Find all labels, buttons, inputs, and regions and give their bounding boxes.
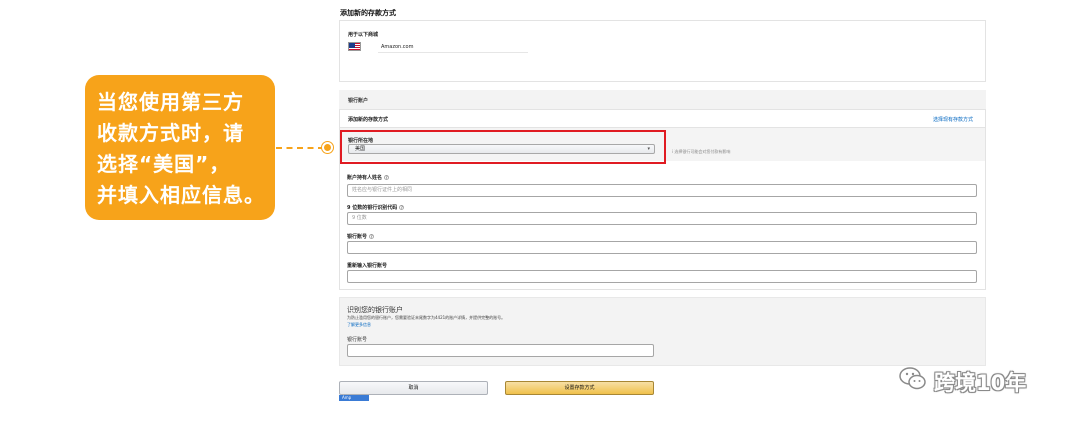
- annotation-connector: [276, 147, 324, 149]
- account-number-input[interactable]: [347, 241, 977, 254]
- bank-country-hint: i 选择银行可能会对您付款有影响: [672, 149, 731, 154]
- set-deposit-method-button[interactable]: 设置存款方式: [505, 381, 654, 395]
- annotation-line: 选择“美国”，: [97, 152, 231, 176]
- learn-more-link[interactable]: 了解更多信息: [347, 322, 371, 328]
- account-holder-label: 账户持有人姓名?: [347, 175, 390, 181]
- account-number-label: 银行账号?: [347, 234, 375, 240]
- annotation-line: 当您使用第三方: [97, 90, 244, 114]
- cancel-button[interactable]: 取消: [339, 381, 488, 395]
- country-highlight-box: [340, 130, 666, 164]
- marketplace-panel: [339, 20, 986, 82]
- marketplace-label: 用于以下商城: [348, 32, 379, 38]
- select-existing-method-link[interactable]: 选择现有存款方式: [933, 116, 973, 123]
- annotation-line: 收款方式时，请: [97, 121, 244, 145]
- verify-account-description: 为防止滥用您的银行账户，您需要验证末尾数字为4421的账户详情，并提供完整的账号…: [347, 315, 506, 320]
- add-new-method-title: 添加新的存款方式: [348, 117, 389, 123]
- marketplace-name: Amazon.com: [381, 44, 414, 50]
- help-icon[interactable]: ?: [369, 234, 375, 239]
- page-title: 添加新的存款方式: [340, 9, 396, 17]
- annotation-dot: [322, 142, 333, 153]
- account-holder-input[interactable]: 姓名应与银行证件上的相同: [347, 184, 977, 197]
- verify-account-number-label: 银行账号: [347, 337, 368, 343]
- routing-number-input[interactable]: 9 位数: [347, 212, 977, 225]
- confirm-account-number-label: 重新输入银行账号: [347, 263, 388, 269]
- annotation-callout: 当您使用第三方 收款方式时，请 选择“美国”， 并填入相应信息。: [85, 75, 275, 220]
- help-icon[interactable]: ?: [384, 175, 390, 180]
- bank-account-header-title: 银行账户: [348, 98, 369, 104]
- wechat-icon: [899, 367, 926, 390]
- mini-tab[interactable]: Amp: [339, 395, 369, 401]
- routing-number-label: 9 位数的银行识别代码?: [347, 205, 405, 211]
- confirm-account-number-input[interactable]: [347, 270, 977, 283]
- us-flag-icon: [348, 42, 361, 51]
- marketplace-divider: [378, 52, 528, 53]
- watermark-text: 跨境10年: [934, 371, 1027, 395]
- bank-account-header: [339, 90, 986, 110]
- help-icon[interactable]: ?: [399, 205, 405, 210]
- verify-account-number-input[interactable]: [347, 344, 654, 357]
- verify-account-title: 识别您的银行账户: [347, 306, 403, 314]
- annotation-line: 并填入相应信息。: [97, 183, 265, 207]
